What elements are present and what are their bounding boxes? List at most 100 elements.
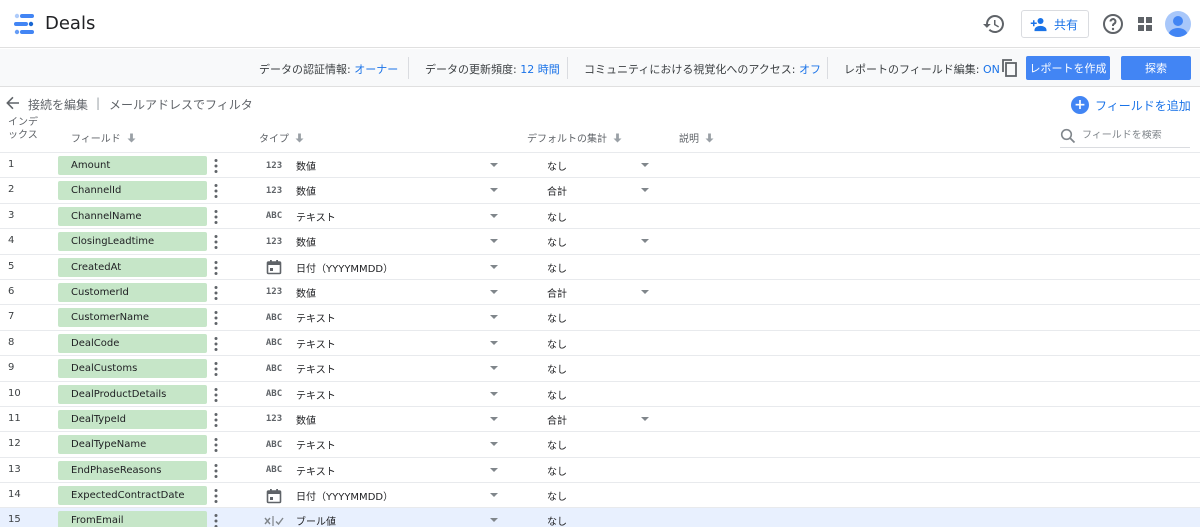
aggregation-dropdown[interactable]: なし [547, 158, 649, 174]
dropdown-arrow-icon [490, 493, 498, 498]
freshness-setting[interactable]: データの更新頻度: 12 時間 [425, 61, 560, 77]
row-index: 1 [8, 159, 15, 170]
field-name-chip[interactable]: FromEmail [58, 511, 207, 527]
type-dropdown[interactable]: 数値 [296, 234, 498, 250]
type-dropdown[interactable]: 数値 [296, 285, 498, 301]
field-name-chip[interactable]: DealProductDetails [58, 384, 207, 404]
type-dropdown[interactable]: テキスト [296, 437, 498, 453]
field-name-chip[interactable]: ChannelName [58, 206, 207, 226]
table-row: 1 Amount 123 数値 なし [0, 152, 1200, 177]
more-vert-icon[interactable] [213, 158, 219, 174]
credentials-setting[interactable]: データの認証情報: オーナー [259, 61, 398, 77]
type-dropdown[interactable]: テキスト [296, 387, 498, 403]
field-name-chip[interactable]: DealCustoms [58, 359, 207, 379]
field-name-chip[interactable]: CustomerId [58, 282, 207, 302]
type-dropdown[interactable]: 日付（YYYYMMDD） [296, 488, 498, 504]
community-access-setting[interactable]: コミュニティにおける視覚化へのアクセス: オフ [584, 61, 821, 77]
more-vert-icon[interactable] [213, 437, 219, 453]
filter-by-email-link[interactable]: メールアドレスでフィルタ [109, 96, 253, 113]
column-header-type[interactable]: タイプ [259, 130, 304, 145]
dropdown-arrow-icon [490, 315, 498, 320]
add-field-button[interactable]: + フィールドを追加 [1071, 96, 1191, 114]
type-dropdown[interactable]: 数値 [296, 412, 498, 428]
more-vert-icon[interactable] [213, 310, 219, 326]
more-vert-icon[interactable] [213, 412, 219, 428]
share-button[interactable]: 共有 [1021, 10, 1089, 38]
type-dropdown[interactable]: テキスト [296, 209, 498, 225]
copy-icon[interactable] [1001, 58, 1019, 78]
column-header-field[interactable]: フィールド [71, 130, 136, 145]
table-row: 15 FromEmail ブール値 なし [0, 507, 1200, 527]
field-list: 1 Amount 123 数値 なし 2 ChannelId 123 数値 合計 3 ChannelN… [0, 152, 1200, 527]
table-row: 13 EndPhaseReasons ABC テキスト なし [0, 456, 1200, 482]
column-header-description[interactable]: 説明 [679, 130, 714, 145]
aggregation-dropdown[interactable]: 合計 [547, 285, 649, 301]
dropdown-arrow-icon [490, 366, 498, 371]
field-name-chip[interactable]: ExpectedContractDate [58, 486, 207, 506]
back-arrow-icon[interactable] [6, 96, 20, 110]
column-header-aggregation[interactable]: デフォルトの集計 [527, 130, 622, 145]
aggregation-dropdown[interactable]: 合計 [547, 412, 649, 428]
row-index: 3 [8, 209, 15, 221]
field-search [1060, 124, 1190, 148]
community-access-value[interactable]: オフ [799, 63, 821, 76]
row-index: 13 [8, 463, 21, 475]
more-vert-icon[interactable] [213, 209, 219, 225]
more-vert-icon[interactable] [213, 260, 219, 276]
type-dropdown[interactable]: 数値 [296, 158, 498, 174]
aggregation-dropdown[interactable]: なし [547, 234, 649, 250]
field-name-chip[interactable]: ClosingLeadtime [58, 232, 207, 252]
text-type-icon: ABC [265, 363, 283, 374]
sort-arrow-icon [613, 133, 622, 142]
more-vert-icon[interactable] [213, 183, 219, 199]
action-separator: | [96, 96, 101, 110]
type-dropdown[interactable]: 数値 [296, 183, 498, 199]
help-icon[interactable] [1101, 12, 1125, 36]
field-name-chip[interactable]: EndPhaseReasons [58, 460, 207, 480]
aggregation-dropdown[interactable]: 合計 [547, 183, 649, 199]
text-type-icon: ABC [265, 211, 283, 222]
aggregation-dropdown: なし [547, 314, 567, 326]
more-vert-icon[interactable] [213, 463, 219, 479]
text-type-icon: ABC [265, 338, 283, 349]
row-index: 15 [8, 514, 21, 526]
dropdown-arrow-icon [490, 188, 498, 193]
field-name-chip[interactable]: DealCode [58, 333, 207, 353]
type-dropdown[interactable]: テキスト [296, 463, 498, 479]
aggregation-dropdown: なし [547, 390, 567, 402]
create-report-button[interactable]: レポートを作成 [1026, 56, 1110, 80]
aggregation-dropdown: なし [547, 441, 567, 453]
history-icon[interactable] [982, 12, 1006, 36]
apps-grid-icon[interactable] [1133, 12, 1157, 36]
field-edit-value[interactable]: ON [983, 63, 1000, 76]
edit-connection-link[interactable]: 接続を編集 [28, 96, 88, 113]
more-vert-icon[interactable] [213, 336, 219, 352]
type-dropdown[interactable]: テキスト [296, 361, 498, 377]
more-vert-icon[interactable] [213, 285, 219, 301]
type-dropdown[interactable]: テキスト [296, 336, 498, 352]
more-vert-icon[interactable] [213, 387, 219, 403]
field-name-chip[interactable]: CustomerName [58, 308, 207, 328]
divider [827, 57, 828, 79]
more-vert-icon[interactable] [213, 488, 219, 504]
type-dropdown[interactable]: テキスト [296, 310, 498, 326]
data-studio-logo-icon[interactable] [12, 12, 36, 36]
more-vert-icon[interactable] [213, 234, 219, 250]
field-name-chip[interactable]: DealTypeName [58, 435, 207, 455]
explore-button[interactable]: 探索 [1121, 56, 1191, 80]
more-vert-icon[interactable] [213, 513, 219, 527]
credentials-value[interactable]: オーナー [354, 63, 398, 76]
freshness-value[interactable]: 12 時間 [520, 63, 560, 76]
field-name-chip[interactable]: ChannelId [58, 181, 207, 201]
field-edit-setting[interactable]: レポートのフィールド編集: ON [844, 61, 1000, 77]
field-name-chip[interactable]: Amount [58, 156, 207, 175]
avatar[interactable] [1165, 11, 1191, 37]
more-vert-icon[interactable] [213, 361, 219, 377]
type-dropdown[interactable]: 日付（YYYYMMDD） [296, 260, 498, 276]
field-search-input[interactable] [1082, 130, 1182, 141]
sort-arrow-icon [705, 133, 714, 142]
field-name-chip[interactable]: DealTypeId [58, 409, 207, 429]
field-name-chip[interactable]: CreatedAt [58, 257, 207, 277]
type-dropdown[interactable]: ブール値 [296, 513, 498, 527]
row-index: 8 [8, 336, 15, 348]
